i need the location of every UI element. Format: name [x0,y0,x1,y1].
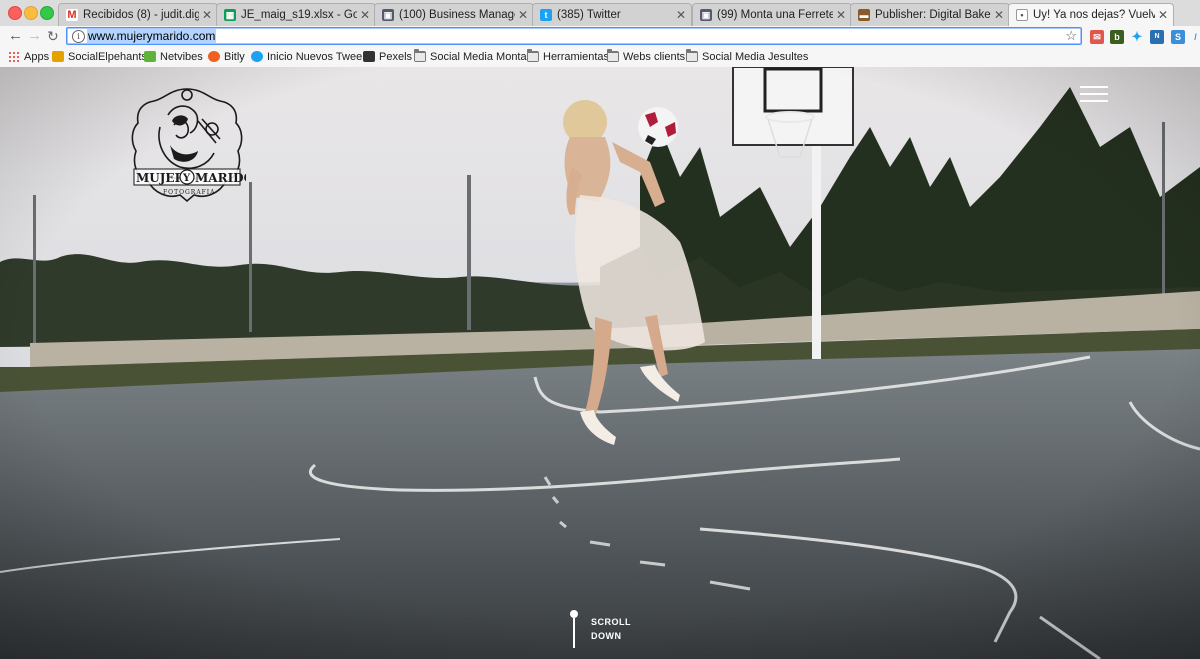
tab-title: (385) Twitter [557,9,621,21]
gmail-icon: M [66,9,78,21]
close-tab-icon[interactable]: ✕ [994,8,1004,22]
netvibes-icon [144,51,156,62]
tab-publisher[interactable]: ▬ Publisher: Digital Bakers | So ✕ [850,3,1010,26]
twitter-icon: t [540,9,552,21]
tab-business-manager[interactable]: ▣ (100) Business Manager ✕ [374,3,534,26]
close-tab-icon[interactable]: ✕ [836,8,846,22]
logo-word-fotografia: FOTOGRAFIA [163,189,216,196]
extension-icon-6[interactable]: / [1191,30,1200,44]
close-tab-icon[interactable]: ✕ [1158,8,1168,22]
page-icon: ▣ [700,9,712,21]
bookmark-folder-webs-clients[interactable]: Webs clients [607,49,686,64]
svg-text:Y: Y [182,173,191,184]
minimize-window-button[interactable] [24,6,38,20]
bookmark-label: SocialElpehants [68,51,147,63]
bookmark-bitly[interactable]: Bitly [208,50,245,64]
menu-hamburger-icon[interactable] [1080,86,1110,104]
sheets-icon: ▦ [224,9,236,21]
close-tab-icon[interactable]: ✕ [676,8,686,22]
publisher-icon: ▬ [858,9,870,21]
extension-twitter-icon[interactable]: ✦ [1130,30,1144,44]
extension-icon-1[interactable]: ✉ [1090,30,1104,44]
close-tab-icon[interactable]: ✕ [518,8,528,22]
bookmark-star-icon[interactable]: ☆ [1065,28,1077,44]
bookmark-label: Inicio Nuevos Twee... [267,51,372,63]
forward-arrow-icon[interactable]: → [27,28,42,44]
bookmark-label: Pexels [379,51,413,63]
maximize-window-button[interactable] [40,6,54,20]
scroll-indicator-line [573,618,575,648]
bookmark-label: Bitly [224,51,245,63]
scroll-label-line-2: DOWN [591,631,622,641]
bookmark-netvibes[interactable]: Netvibes [144,50,203,64]
extension-new-icon[interactable]: N [1150,30,1164,44]
extension-icon-2[interactable]: b [1110,30,1124,44]
hero-section: MUJER Y MARIDO FOTOGRAFIA SCROLL DOWN [0,67,1200,659]
address-bar[interactable]: i www.mujerymarido.com ☆ [66,27,1082,45]
bookmark-apps[interactable]: Apps [8,50,49,64]
tab-twitter[interactable]: t (385) Twitter ✕ [532,3,692,26]
tab-gmail[interactable]: M Recibidos (8) - judit.digitalb ✕ [58,3,218,26]
bitly-icon [208,51,220,62]
url-text[interactable]: www.mujerymarido.com [87,29,217,43]
close-window-button[interactable] [8,6,22,20]
bookmark-folder-social-media-jesultes[interactable]: Social Media Jesultes [686,49,809,64]
bookmark-socialelpehants[interactable]: SocialElpehants [52,50,147,64]
folder-icon [686,49,698,62]
bookmark-label: Herramientas [543,51,610,63]
extension-icon-5[interactable]: S [1171,30,1185,44]
tab-title: (100) Business Manager [399,9,515,21]
twitter-icon [251,51,263,62]
browser-toolbar: ← → ↻ i www.mujerymarido.com ☆ ✉ b ✦ N S… [0,26,1200,47]
tab-ferreteria[interactable]: ▣ (99) Monta una Ferretería - ✕ [692,3,852,26]
bookmarks-bar: Apps SocialElpehants Netvibes Bitly Inic… [0,47,1200,68]
close-tab-icon[interactable]: ✕ [202,8,212,22]
tab-strip: M Recibidos (8) - judit.digitalb ✕ ▦ JE_… [0,0,1200,27]
bookmark-pexels[interactable]: Pexels [363,50,412,64]
elephant-icon [52,51,64,62]
tab-mujerymarido[interactable]: • Uy! Ya nos dejas? Vuelve!! ✕ [1008,3,1174,26]
tab-title: (99) Monta una Ferretería - [717,9,833,21]
tab-title: Recibidos (8) - judit.digitalb [83,9,199,21]
bookmark-label: Social Media Monta... [430,51,536,63]
folder-icon [527,49,539,62]
logo-word-marido: MARIDO [195,171,246,185]
bookmark-label: Netvibes [160,51,203,63]
info-icon[interactable]: i [72,30,85,43]
bookmark-folder-social-media-monta[interactable]: Social Media Monta... [414,49,536,64]
scroll-indicator-dot[interactable] [570,610,578,618]
tab-title: Uy! Ya nos dejas? Vuelve!! [1033,9,1155,21]
close-tab-icon[interactable]: ✕ [360,8,370,22]
folder-icon [414,49,426,62]
apps-grid-icon [8,51,20,62]
logo-word-mujer: MUJER [136,171,186,185]
mujer-marido-logo[interactable]: MUJER Y MARIDO FOTOGRAFIA [128,85,246,205]
tab-title: JE_maig_s19.xlsx - Google S [241,9,357,21]
bookmark-label: Social Media Jesultes [702,51,809,63]
scroll-label-line-1: SCROLL [591,617,631,627]
tab-sheets[interactable]: ▦ JE_maig_s19.xlsx - Google S ✕ [216,3,376,26]
back-arrow-icon[interactable]: ← [8,28,23,44]
bookmark-folder-herramientas[interactable]: Herramientas [527,49,610,64]
reload-icon[interactable]: ↻ [47,28,59,44]
pexels-icon [363,51,375,62]
scroll-down-label[interactable]: SCROLL DOWN [591,615,631,643]
tab-title: Publisher: Digital Bakers | So [875,9,991,21]
bookmark-label: Webs clients [623,51,686,63]
logo-icon: • [1016,9,1028,21]
bookmark-label: Apps [24,51,50,63]
bookmark-inicio-nuevos-tweets[interactable]: Inicio Nuevos Twee... [251,50,371,64]
folder-icon [607,49,619,62]
page-icon: ▣ [382,9,394,21]
